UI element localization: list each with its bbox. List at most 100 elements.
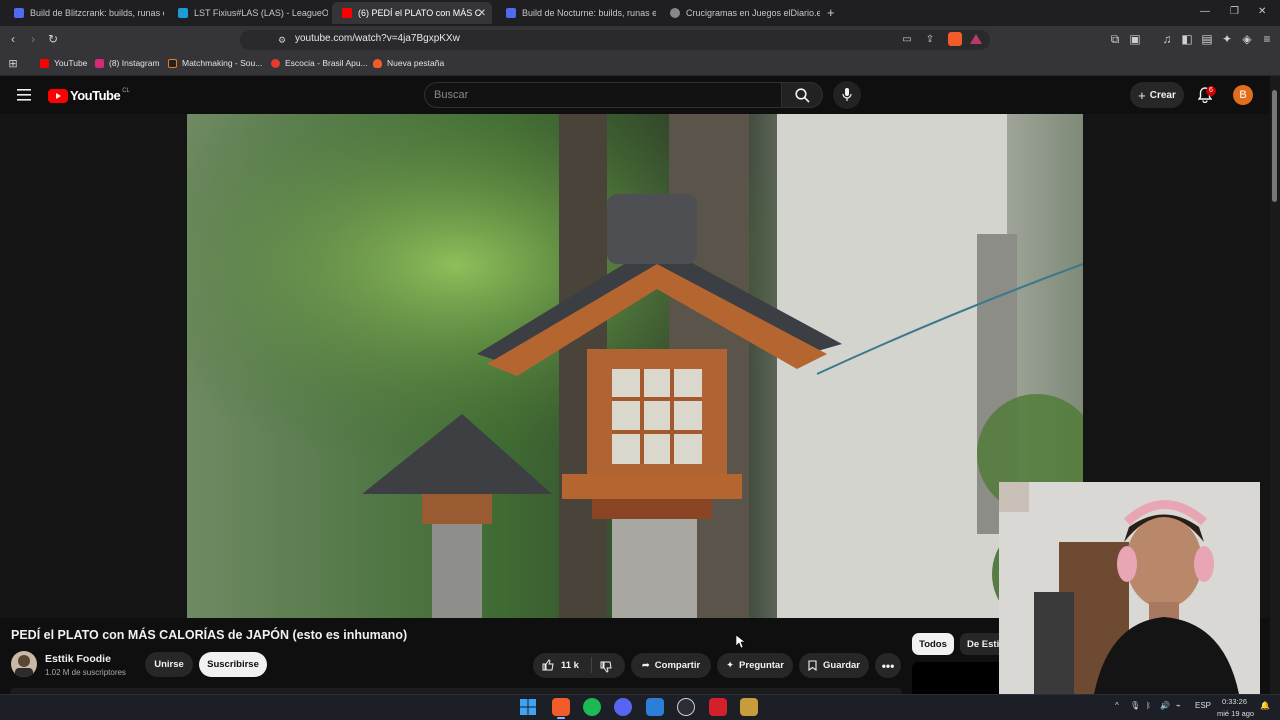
mail-taskbar-icon[interactable]	[646, 698, 664, 716]
sidebar-icon[interactable]: ◧	[1180, 32, 1194, 46]
brave-shield-icon[interactable]	[948, 32, 962, 46]
like-count: 11 k	[561, 659, 579, 671]
tab-label: LST Fixius#LAS (LAS) - LeagueOfGrap	[194, 8, 328, 18]
tab-favicon-icon	[178, 8, 188, 18]
webcam-overlay	[999, 482, 1260, 694]
channel-avatar[interactable]	[11, 651, 37, 677]
mouse-cursor-icon	[736, 635, 745, 648]
new-tab-button[interactable]: +	[827, 5, 835, 20]
bookmark-instagram[interactable]: (8) Instagram	[95, 58, 160, 68]
url-text[interactable]: youtube.com/watch?v=4ja7BgxpKXw	[295, 33, 460, 44]
browser-tab-4[interactable]: Build de Nocturne: builds, runas e ob	[496, 2, 656, 24]
tray-overflow-icon[interactable]: ^	[1115, 701, 1119, 710]
music-icon[interactable]: ♫	[1160, 32, 1174, 46]
close-window-icon[interactable]: ✕	[1258, 6, 1266, 17]
video-frame[interactable]	[187, 114, 1083, 618]
bookmark-youtube[interactable]: YouTube	[40, 58, 87, 68]
back-icon[interactable]: ‹	[6, 32, 20, 46]
reload-icon[interactable]: ↻	[46, 32, 60, 46]
discord-taskbar-icon[interactable]	[614, 698, 632, 716]
wallet-icon[interactable]: ▤	[1200, 32, 1214, 46]
maximize-icon[interactable]: ❐	[1230, 6, 1239, 17]
youtube-favicon-icon	[40, 58, 49, 68]
like-button[interactable]: 11 k	[542, 659, 579, 671]
notification-badge: 6	[1206, 86, 1216, 96]
browser-tab-1[interactable]: Build de Blitzcrank: builds, runas e ob	[4, 2, 164, 24]
chip-all[interactable]: Todos	[912, 633, 954, 655]
vpn-icon[interactable]: ◈	[1240, 32, 1254, 46]
thumbs-up-icon	[542, 659, 554, 671]
save-bookmark-icon	[808, 660, 817, 671]
ask-button[interactable]: ✦ Preguntar	[717, 653, 793, 678]
spotify-taskbar-icon[interactable]	[583, 698, 601, 716]
microphone-tray-icon[interactable]: 🎙	[1130, 701, 1140, 710]
league-of-legends-taskbar-icon[interactable]	[740, 698, 758, 716]
ask-label: Preguntar	[739, 660, 784, 671]
notification-center-icon[interactable]: 🔔	[1260, 701, 1270, 710]
bookmark-label: Escocia - Brasil Apu...	[285, 58, 368, 68]
save-button[interactable]: Guardar	[799, 653, 869, 678]
bookmark-matchmaking[interactable]: Matchmaking - Sou...	[168, 58, 262, 68]
brave-taskbar-icon[interactable]	[552, 698, 570, 716]
share-page-icon[interactable]: ⇪	[923, 33, 937, 47]
close-tab-icon[interactable]: ✕	[478, 8, 486, 19]
create-button[interactable]: + Crear	[1130, 82, 1184, 108]
clock-time[interactable]: 0:33:26	[1222, 697, 1247, 706]
video-title: PEDÍ el PLATO con MÁS CALORÍAS de JAPÓN …	[11, 628, 408, 642]
bookmark-label: Matchmaking - Sou...	[182, 58, 263, 68]
minimize-icon[interactable]: —	[1200, 6, 1210, 17]
network-tray-icon[interactable]: ⌁	[1176, 701, 1181, 710]
channel-name[interactable]: Esttik Foodie	[45, 653, 111, 665]
bookmark-label: Nueva pestaña	[387, 58, 445, 68]
riot-client-taskbar-icon[interactable]	[709, 698, 727, 716]
like-divider	[591, 657, 592, 673]
dislike-button[interactable]	[600, 660, 612, 678]
forward-icon[interactable]: ›	[26, 32, 40, 46]
subscribe-button[interactable]: Suscribirse	[199, 652, 267, 677]
chip-from-channel[interactable]: De Esti	[960, 633, 1000, 655]
sparkle-icon: ✦	[726, 660, 735, 671]
subscriber-count: 1.02 M de suscriptores	[45, 668, 126, 677]
share-button[interactable]: ➦ Compartir	[631, 653, 711, 678]
scrollbar-thumb[interactable]	[1272, 90, 1277, 202]
tab-favicon-icon	[670, 8, 680, 18]
hamburger-menu-icon[interactable]	[17, 88, 31, 101]
volume-tray-icon[interactable]: 🔊	[1160, 701, 1170, 710]
join-button[interactable]: Unirse	[145, 652, 193, 677]
bluetooth-tray-icon[interactable]: ᛒ	[1146, 701, 1151, 710]
search-button[interactable]	[781, 82, 823, 108]
menu-icon[interactable]: ≡	[1260, 32, 1274, 46]
leo-ai-icon[interactable]: ✦	[1220, 32, 1234, 46]
windows-taskbar	[0, 694, 1280, 720]
bookmark-new-tab[interactable]: Nueva pestaña	[373, 58, 444, 68]
clock-date[interactable]: mié 19 ago	[1217, 709, 1254, 718]
webcam-person-image	[999, 482, 1260, 694]
language-indicator[interactable]: ESP	[1195, 701, 1211, 710]
youtube-logo[interactable]: YouTube CL	[48, 88, 130, 103]
youtube-play-logo-icon	[48, 88, 68, 103]
search-box[interactable]	[424, 82, 782, 108]
youtube-logo-text: YouTube	[70, 88, 121, 103]
steam-taskbar-icon[interactable]	[677, 698, 695, 716]
more-actions-button[interactable]: •••	[875, 653, 901, 678]
site-settings-icon[interactable]: ⚙	[275, 33, 289, 47]
extensions-icon[interactable]: ⧉	[1108, 32, 1122, 46]
cast-icon[interactable]: ▭	[900, 33, 914, 47]
windows-start-icon[interactable]	[520, 699, 536, 720]
thumbs-down-icon	[600, 661, 612, 673]
news-favicon-icon	[271, 58, 280, 68]
channel-avatar-image	[15, 655, 33, 677]
recommended-video-thumbnail[interactable]	[912, 662, 1000, 694]
account-avatar[interactable]: B	[1233, 85, 1253, 105]
bookmark-label: (8) Instagram	[109, 58, 160, 68]
apps-grid-icon[interactable]: ⊞	[6, 57, 20, 71]
bookmark-escocia-brasil[interactable]: Escocia - Brasil Apu...	[271, 58, 368, 68]
browser-tab-active[interactable]: (6) PEDÍ el PLATO con MÁS C ✕	[332, 2, 492, 24]
voice-search-button[interactable]	[833, 81, 861, 109]
search-icon	[795, 88, 810, 103]
browser-tab-5[interactable]: Crucigramas en Juegos elDiario.es	[660, 2, 820, 24]
browser-tab-2[interactable]: LST Fixius#LAS (LAS) - LeagueOfGrap	[168, 2, 328, 24]
screenshot-icon[interactable]: ▣	[1128, 32, 1142, 46]
search-input[interactable]: Buscar	[434, 89, 468, 101]
brave-rewards-icon[interactable]	[970, 34, 982, 44]
